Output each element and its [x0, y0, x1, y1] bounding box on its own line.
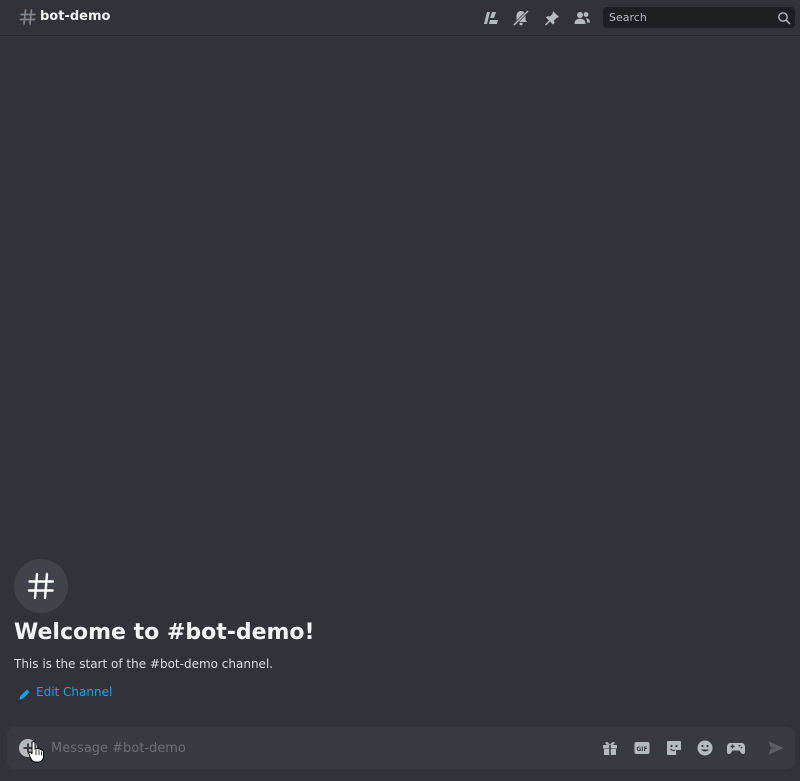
- search-box[interactable]: [603, 7, 795, 28]
- pin-icon[interactable]: [542, 8, 562, 28]
- activities-icon[interactable]: [725, 737, 747, 759]
- message-input[interactable]: [51, 727, 591, 769]
- send-icon[interactable]: [765, 737, 787, 759]
- edit-channel-label[interactable]: Edit Channel: [36, 685, 112, 699]
- channel-hash-icon: [19, 8, 37, 26]
- gift-icon[interactable]: [599, 737, 621, 759]
- sticker-icon[interactable]: [663, 737, 685, 759]
- svg-text:GIF: GIF: [636, 746, 647, 753]
- search-input[interactable]: [603, 7, 773, 28]
- search-icon[interactable]: [777, 10, 791, 25]
- threads-icon[interactable]: [481, 8, 501, 28]
- chat-view: bot-demo Search Welcome to #bot-demo! Th…: [0, 0, 800, 781]
- members-icon[interactable]: [572, 8, 592, 28]
- channel-title: bot-demo: [40, 9, 111, 24]
- pencil-icon: [18, 686, 31, 699]
- mute-bell-icon[interactable]: [511, 8, 531, 28]
- channel-header: bot-demo: [0, 0, 800, 36]
- channel-avatar: [14, 559, 68, 613]
- welcome-subtitle: This is the start of the #bot-demo chann…: [14, 657, 274, 671]
- welcome-title: Welcome to #bot-demo!: [14, 620, 315, 645]
- gif-icon[interactable]: GIF: [631, 737, 653, 759]
- large-hash-icon: [27, 572, 55, 600]
- message-composer: GIF: [7, 727, 795, 769]
- emoji-icon[interactable]: [694, 737, 716, 759]
- edit-channel-link[interactable]: Edit Channel: [18, 684, 112, 700]
- add-icon[interactable]: [17, 737, 39, 759]
